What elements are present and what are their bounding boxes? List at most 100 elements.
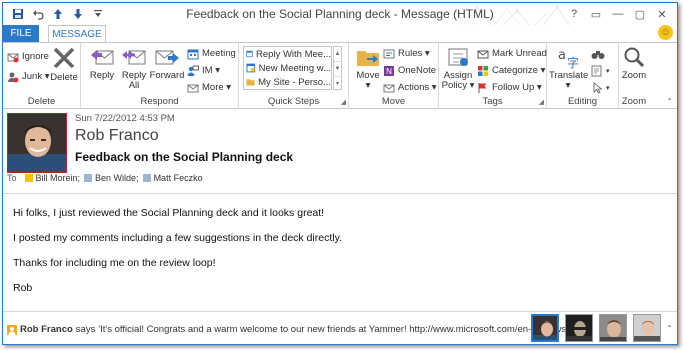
translate-button[interactable]: a字 Translate ▾ xyxy=(549,45,588,95)
message-body[interactable]: Hi folks, I just reviewed the Social Pla… xyxy=(13,207,342,307)
ribbon-display-button[interactable]: ▭ xyxy=(585,5,607,23)
quick-steps-launcher-icon[interactable]: ◢ xyxy=(341,98,346,106)
help-button[interactable]: ? xyxy=(563,5,585,23)
rules-button[interactable]: Rules ▾ xyxy=(383,46,430,61)
ignore-icon xyxy=(7,53,19,62)
recipient[interactable]: Ben Wilde; xyxy=(84,173,139,183)
ignore-button[interactable]: Ignore xyxy=(7,49,49,64)
move-dropdown: ▾ xyxy=(365,80,371,91)
person-photo[interactable] xyxy=(599,314,627,342)
body-line: I posted my comments including a few sug… xyxy=(13,232,342,244)
recipients-row: To Bill Morein; Ben Wilde; Matt Feczko xyxy=(7,173,203,183)
svg-text:字: 字 xyxy=(567,55,579,69)
minimize-button[interactable]: — xyxy=(607,5,629,23)
assign-policy-button[interactable]: Assign Policy ▾ xyxy=(441,45,475,95)
cursor-icon xyxy=(593,81,603,94)
group-respond: Reply Reply All Forward Meeting IM ▾ Mor… xyxy=(81,43,239,109)
quick-step-label: New Meeting w... xyxy=(258,62,331,74)
to-label: To xyxy=(7,173,17,183)
actions-button[interactable]: Actions ▾ xyxy=(383,80,437,95)
group-move: Move ▾ Rules ▾ N OneNote Actions ▾ Move xyxy=(349,43,439,109)
smiley-feedback-icon[interactable]: ☺ xyxy=(658,25,673,40)
meeting-icon xyxy=(187,49,199,59)
social-feed-icon xyxy=(7,324,17,335)
find-button[interactable] xyxy=(591,46,605,61)
maximize-button[interactable]: ▢ xyxy=(629,5,651,23)
junk-button[interactable]: Junk ▾ xyxy=(7,69,49,84)
social-update[interactable]: Rob Franco says 'It's official! Congrats… xyxy=(7,324,574,335)
follow-up-button[interactable]: Follow Up ▾ xyxy=(477,80,542,95)
expand-people-pane-icon[interactable]: ⌃ xyxy=(666,324,673,333)
quick-step-my-site[interactable]: My Site - Perso... xyxy=(244,75,331,89)
social-says-label: says xyxy=(75,324,96,335)
body-line: Hi folks, I just reviewed the Social Pla… xyxy=(13,207,325,219)
ignore-label: Ignore xyxy=(22,51,49,62)
person-photo[interactable] xyxy=(531,314,559,342)
im-button[interactable]: IM ▾ xyxy=(187,63,220,78)
tab-message[interactable]: MESSAGE xyxy=(48,25,106,43)
onenote-label: OneNote xyxy=(398,65,437,76)
person-photo[interactable] xyxy=(565,314,593,342)
forward-button[interactable]: Forward xyxy=(149,45,185,95)
quick-step-reply-with-meeting[interactable]: Reply With Mee... xyxy=(244,47,331,61)
tags-launcher-icon[interactable]: ◢ xyxy=(539,98,544,106)
people-pane: Rob Franco says 'It's official! Congrats… xyxy=(3,311,677,344)
group-zoom: Zoom Zoom xyxy=(619,43,649,109)
group-editing-label: Editing xyxy=(567,96,598,107)
header-divider xyxy=(3,193,677,194)
categorize-label: Categorize ▾ xyxy=(492,65,546,76)
categorize-button[interactable]: Categorize ▾ xyxy=(477,63,545,78)
rules-label: Rules ▾ xyxy=(398,48,430,59)
delete-button[interactable]: Delete xyxy=(47,45,81,95)
forward-label: Forward xyxy=(149,70,185,81)
people-photos xyxy=(531,314,661,342)
person-photo[interactable] xyxy=(633,314,661,342)
follow-up-label: Follow Up ▾ xyxy=(492,82,542,93)
close-button[interactable]: ✕ xyxy=(651,5,673,23)
quick-steps-scrollbar[interactable]: ▲ ▼ ▾ xyxy=(333,46,342,90)
title-bar: Feedback on the Social Planning deck - M… xyxy=(3,3,677,36)
expand-gallery-icon[interactable]: ▾ xyxy=(334,77,341,91)
reply-all-icon xyxy=(122,50,146,65)
group-move-label: Move xyxy=(381,96,406,107)
recipient[interactable]: Matt Feczko xyxy=(142,173,203,183)
related-button[interactable]: ▾ xyxy=(591,63,610,78)
sender-avatar[interactable] xyxy=(7,113,67,173)
more-button[interactable]: More ▾ xyxy=(187,80,231,95)
quick-step-label: Reply With Mee... xyxy=(256,48,331,60)
reply-icon xyxy=(91,50,114,65)
social-sender-name[interactable]: Rob Franco xyxy=(20,324,73,335)
body-line: Thanks for including me on the review lo… xyxy=(13,257,216,269)
presence-icon xyxy=(84,174,93,182)
ribbon: Ignore Junk ▾ Delete Delete Reply Reply … xyxy=(3,42,677,109)
mark-unread-button[interactable]: Mark Unread xyxy=(477,46,547,61)
group-quick-steps: Reply With Mee... New Meeting w... My Si… xyxy=(239,43,349,109)
actions-icon xyxy=(383,84,395,92)
assign-policy-label-2: Policy ▾ xyxy=(441,80,475,91)
mark-unread-icon xyxy=(477,50,489,58)
reply-button[interactable]: Reply xyxy=(85,45,119,95)
zoom-button[interactable]: Zoom xyxy=(617,45,651,95)
scroll-down-icon[interactable]: ▼ xyxy=(334,62,341,77)
svg-text:N: N xyxy=(386,67,392,76)
new-meeting-icon xyxy=(246,63,256,73)
translate-dropdown: ▾ xyxy=(565,80,571,91)
meeting-button[interactable]: Meeting xyxy=(187,46,236,61)
reply-all-button[interactable]: Reply All xyxy=(117,45,151,95)
message-header: Sun 7/22/2012 4:53 PM Rob Franco Feedbac… xyxy=(3,109,677,189)
collapse-ribbon-icon[interactable]: ⌃ xyxy=(666,97,673,106)
select-button[interactable]: ▾ xyxy=(591,80,610,95)
onenote-button[interactable]: N OneNote xyxy=(383,63,436,78)
quick-step-new-meeting[interactable]: New Meeting w... xyxy=(244,61,331,75)
move-button[interactable]: Move ▾ xyxy=(351,45,385,95)
sender-name[interactable]: Rob Franco xyxy=(75,127,159,145)
scroll-up-icon[interactable]: ▲ xyxy=(334,47,341,62)
move-folder-icon xyxy=(357,51,379,66)
tab-file[interactable]: FILE xyxy=(3,25,39,42)
assign-policy-icon xyxy=(448,48,468,66)
recipient-name: Ben Wilde; xyxy=(95,173,139,183)
svg-text:a: a xyxy=(558,48,566,63)
group-quick-steps-label: Quick Steps xyxy=(267,96,320,107)
recipient-name: Bill Morein; xyxy=(35,173,81,183)
recipient[interactable]: Bill Morein; xyxy=(24,173,81,183)
